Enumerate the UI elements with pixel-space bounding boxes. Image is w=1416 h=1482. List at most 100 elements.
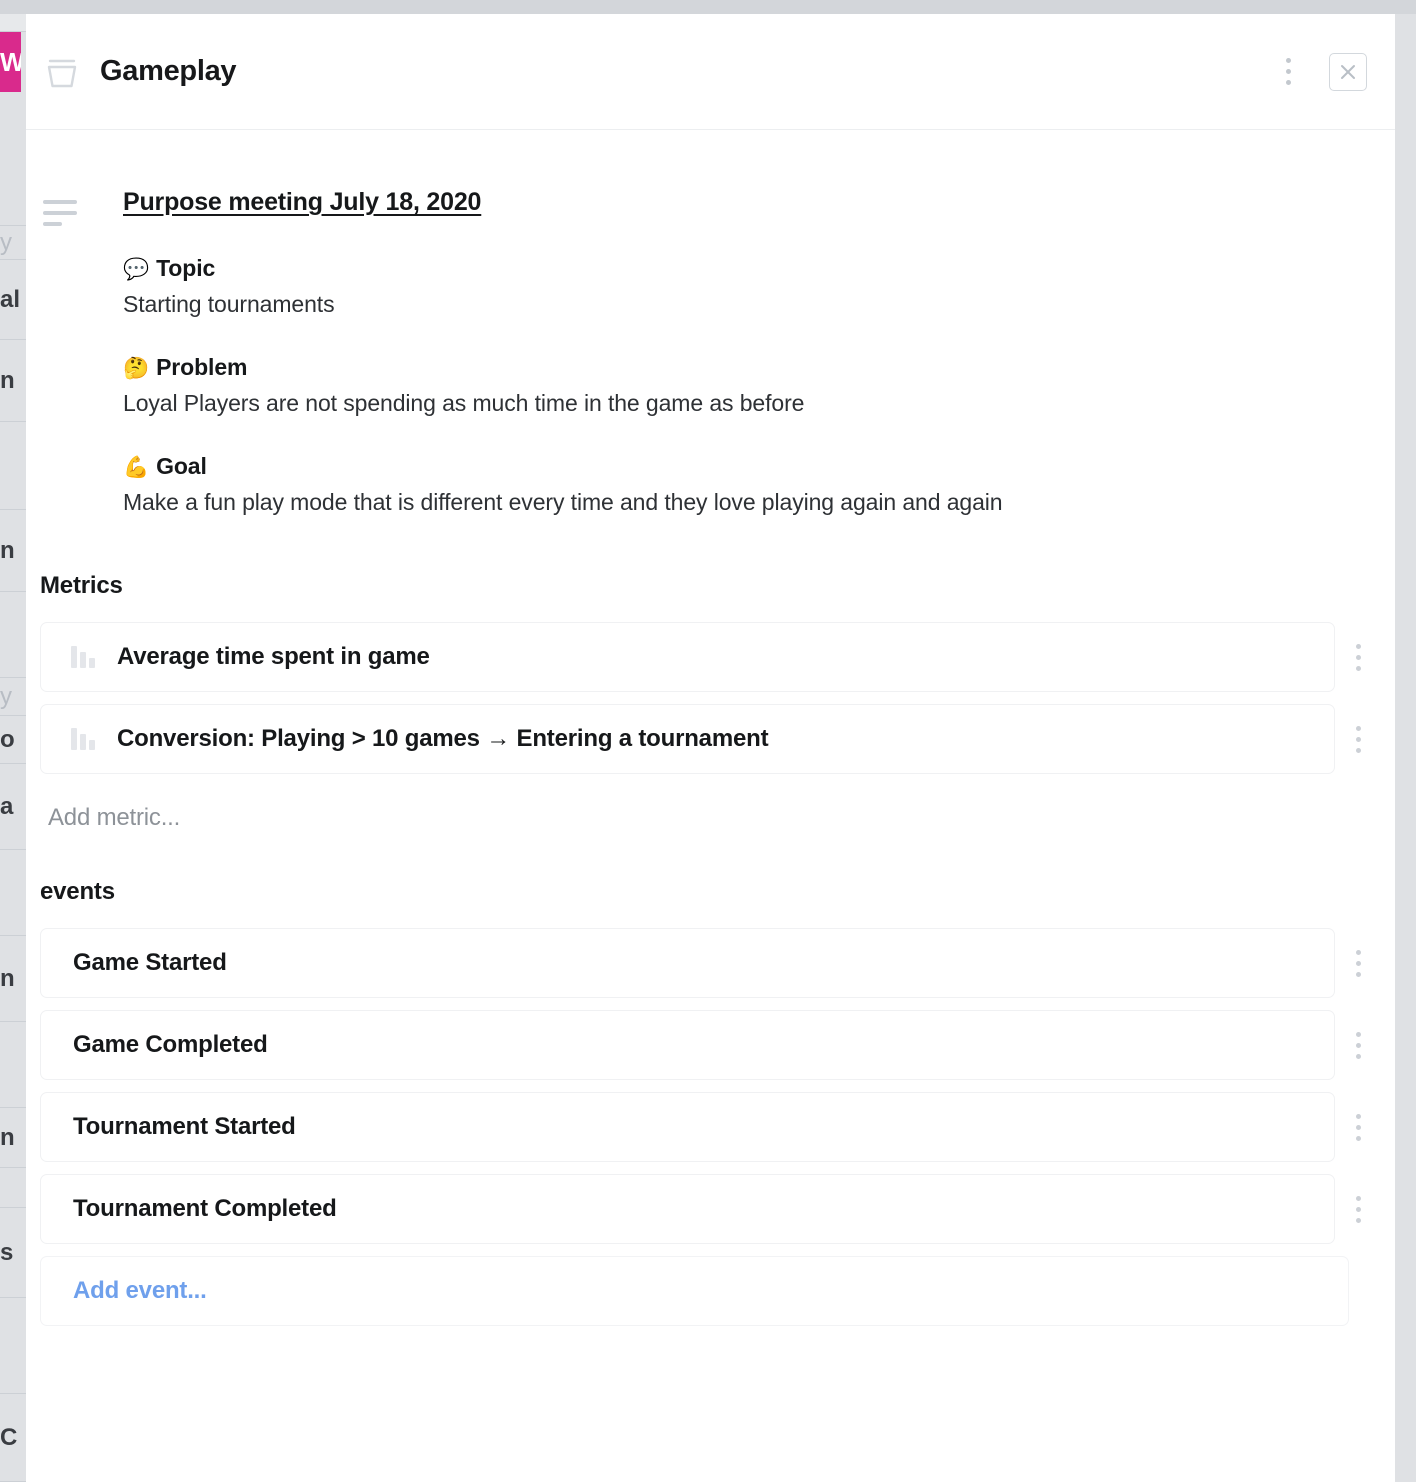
note-lines-icon	[43, 188, 87, 516]
bar	[80, 652, 86, 668]
note-text-topic: Starting tournaments	[123, 291, 1395, 318]
backdrop-row: s	[0, 1208, 26, 1298]
add-event-button[interactable]: Add event...	[40, 1256, 1349, 1326]
bar	[89, 658, 95, 668]
metric-kebab-menu-icon[interactable]	[1335, 644, 1381, 671]
event-kebab-menu-icon[interactable]	[1335, 1032, 1381, 1059]
backdrop-row	[0, 1298, 26, 1394]
backdrop-row	[0, 592, 26, 678]
event-row: Tournament Completed	[26, 1174, 1395, 1244]
note-line	[43, 211, 77, 215]
backdrop-badge: W	[0, 32, 21, 92]
backdrop-row: n	[0, 936, 26, 1022]
add-metric-input[interactable]: Add metric...	[26, 786, 1395, 832]
close-icon	[1338, 62, 1358, 82]
close-button[interactable]	[1329, 53, 1367, 91]
bar-chart-icon	[71, 646, 97, 668]
kebab-dot	[1356, 961, 1361, 966]
metric-kebab-menu-icon[interactable]	[1335, 726, 1381, 753]
note-label-text: Goal	[156, 453, 207, 479]
backdrop-row: C	[0, 1394, 26, 1482]
backdrop-row: y	[0, 226, 26, 260]
kebab-dot	[1356, 972, 1361, 977]
note-section-problem: 🤔Problem Loyal Players are not spending …	[123, 354, 1395, 417]
backdrop-row	[0, 1168, 26, 1208]
event-kebab-menu-icon[interactable]	[1335, 950, 1381, 977]
kebab-dot	[1356, 1207, 1361, 1212]
event-card-game-started[interactable]: Game Started	[40, 928, 1335, 998]
backdrop-row	[0, 422, 26, 510]
note-title[interactable]: Purpose meeting July 18, 2020	[123, 188, 1395, 217]
backdrop-row: y	[0, 678, 26, 716]
event-label: Tournament Started	[73, 1113, 296, 1141]
kebab-dot	[1356, 1043, 1361, 1048]
note-label-text: Topic	[156, 255, 215, 281]
backdrop-topbar	[0, 0, 1416, 14]
metric-card-conversion[interactable]: Conversion: Playing > 10 games → Enterin…	[40, 704, 1335, 774]
metric-label: Average time spent in game	[117, 643, 430, 671]
kebab-dot	[1356, 1125, 1361, 1130]
note-line	[43, 200, 77, 204]
event-label: Game Completed	[73, 1031, 268, 1059]
event-card-game-completed[interactable]: Game Completed	[40, 1010, 1335, 1080]
meeting-note-block: Purpose meeting July 18, 2020 💬 Topic Sta…	[26, 130, 1395, 516]
bar	[89, 740, 95, 750]
backdrop-row	[0, 1022, 26, 1108]
note-line	[43, 222, 62, 226]
add-event-label: Add event...	[73, 1277, 207, 1305]
event-label: Tournament Completed	[73, 1195, 337, 1223]
backdrop-row: n	[0, 1108, 26, 1168]
flexed-biceps-emoji: 💪	[123, 455, 149, 479]
note-section-goal: 💪 Goal Make a fun play mode that is diffe…	[123, 453, 1395, 516]
metric-row: Conversion: Playing > 10 games → Enterin…	[26, 704, 1395, 774]
metric-card-average-time[interactable]: Average time spent in game	[40, 622, 1335, 692]
bar	[71, 646, 77, 668]
trash-icon	[44, 55, 80, 89]
kebab-dot	[1356, 1218, 1361, 1223]
note-section-topic: 💬 Topic Starting tournaments	[123, 255, 1395, 318]
kebab-dot	[1286, 80, 1291, 85]
note-content: Purpose meeting July 18, 2020 💬 Topic Sta…	[87, 188, 1395, 516]
note-label-topic: 💬 Topic	[123, 255, 1395, 282]
metric-label: Conversion: Playing > 10 games → Enterin…	[117, 725, 768, 753]
event-card-tournament-completed[interactable]: Tournament Completed	[40, 1174, 1335, 1244]
note-label-goal: 💪 Goal	[123, 453, 1395, 480]
kebab-dot	[1356, 644, 1361, 649]
modal-body: Purpose meeting July 18, 2020 💬 Topic Sta…	[26, 130, 1395, 1326]
event-row: Tournament Started	[26, 1092, 1395, 1162]
bar-chart-icon	[71, 728, 97, 750]
bar	[80, 734, 86, 750]
kebab-dot	[1356, 950, 1361, 955]
metrics-list: Average time spent in game Conversion: P…	[26, 622, 1395, 832]
backdrop-row: a	[0, 764, 26, 850]
note-label-problem: 🤔Problem	[123, 354, 1395, 381]
metrics-heading: Metrics	[26, 572, 1395, 600]
backdrop-row	[0, 850, 26, 936]
backdrop-row: n	[0, 510, 26, 592]
backdrop-row: n	[0, 340, 26, 422]
event-kebab-menu-icon[interactable]	[1335, 1196, 1381, 1223]
kebab-menu-icon[interactable]	[1285, 58, 1291, 85]
kebab-dot	[1356, 1136, 1361, 1141]
kebab-dot	[1356, 1032, 1361, 1037]
kebab-dot	[1356, 726, 1361, 731]
speech-balloon-emoji: 💬	[123, 257, 149, 281]
kebab-dot	[1356, 1196, 1361, 1201]
kebab-dot	[1286, 58, 1291, 63]
event-row: Game Started	[26, 928, 1395, 998]
kebab-dot	[1356, 748, 1361, 753]
bar	[71, 728, 77, 750]
note-text-goal: Make a fun play mode that is different e…	[123, 489, 1395, 516]
kebab-dot	[1356, 666, 1361, 671]
thinking-face-emoji: 🤔	[123, 356, 149, 380]
backdrop-row	[0, 92, 26, 226]
kebab-dot	[1356, 1054, 1361, 1059]
event-kebab-menu-icon[interactable]	[1335, 1114, 1381, 1141]
kebab-dot	[1356, 737, 1361, 742]
event-card-tournament-started[interactable]: Tournament Started	[40, 1092, 1335, 1162]
kebab-dot	[1286, 69, 1291, 74]
gameplay-modal: Gameplay Purpose meeting July 18, 2020	[26, 14, 1395, 1482]
events-list: Game Started Game Completed	[26, 928, 1395, 1326]
modal-header: Gameplay	[26, 14, 1395, 130]
kebab-dot	[1356, 655, 1361, 660]
